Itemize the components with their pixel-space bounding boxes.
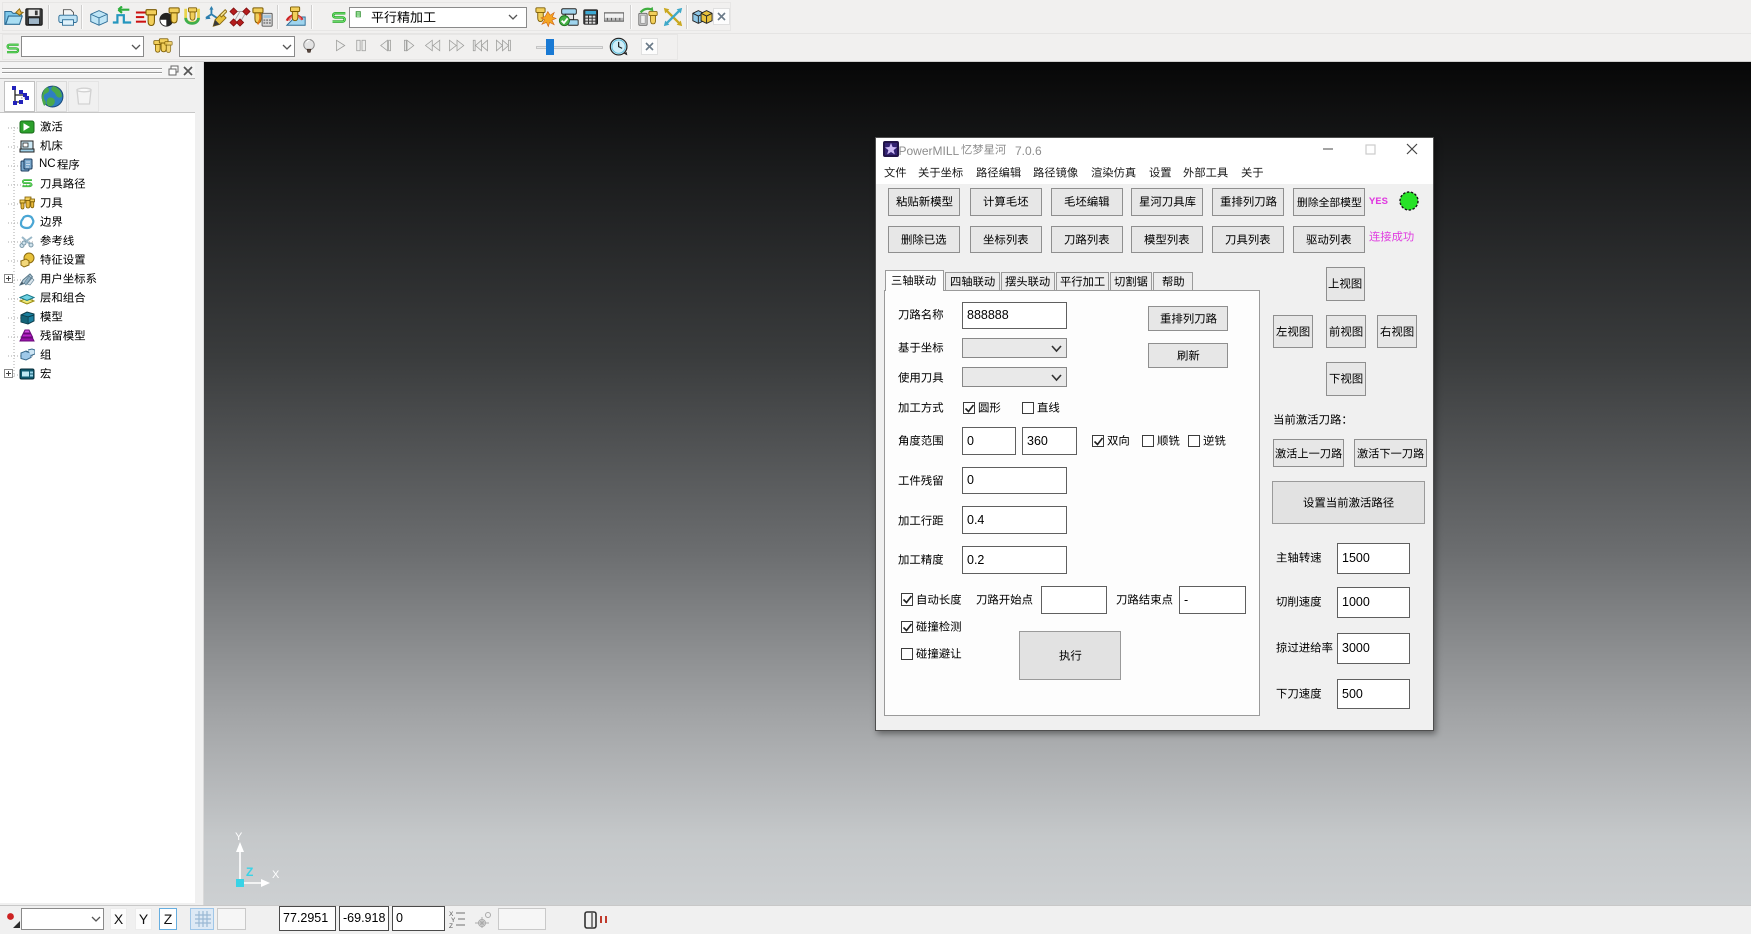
svg-text:Z: Z — [246, 865, 253, 879]
svg-text:X: X — [272, 869, 280, 881]
svg-text:Z: Z — [449, 923, 453, 929]
svg-text:Y: Y — [235, 831, 243, 843]
